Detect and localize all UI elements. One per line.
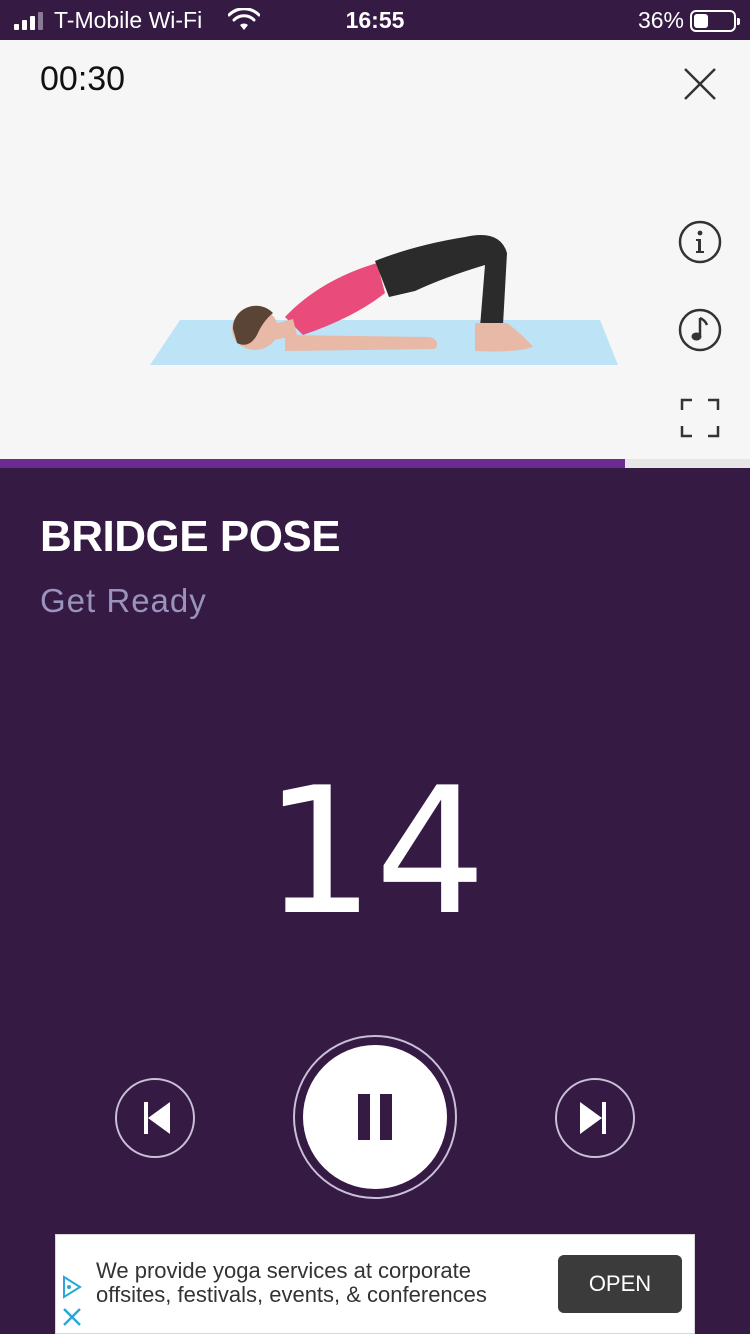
- wifi-icon: [228, 8, 260, 30]
- adchoices-icon[interactable]: [60, 1275, 84, 1299]
- ad-text: We provide yoga services at corporate of…: [96, 1258, 487, 1307]
- battery-icon: [690, 10, 740, 32]
- info-icon: [678, 220, 722, 264]
- countdown-number: 14: [263, 751, 487, 954]
- music-button[interactable]: [678, 308, 722, 352]
- close-icon: [684, 68, 716, 100]
- exercise-progress-bar: [0, 459, 750, 468]
- pause-button[interactable]: [293, 1035, 457, 1199]
- music-note-icon: [678, 308, 722, 352]
- exercise-media-panel: 00:30: [0, 40, 750, 459]
- pause-icon: [358, 1094, 392, 1140]
- fullscreen-button[interactable]: [678, 396, 722, 440]
- fullscreen-icon: [680, 398, 720, 438]
- previous-button[interactable]: [115, 1078, 195, 1158]
- elapsed-timer: 00:30: [40, 60, 126, 98]
- skip-next-icon: [580, 1102, 606, 1134]
- skip-previous-icon: [144, 1102, 170, 1134]
- progress-fill: [0, 459, 625, 468]
- battery-level: [694, 14, 708, 28]
- ad-banner[interactable]: We provide yoga services at corporate of…: [55, 1234, 695, 1334]
- battery-percent: 36%: [637, 7, 684, 33]
- carrier-name: T-Mobile Wi-Fi: [54, 7, 203, 33]
- exercise-title: BRIDGE POSE: [40, 512, 341, 561]
- close-button[interactable]: [680, 64, 720, 104]
- bridge-pose-illustration: [150, 235, 618, 365]
- exercise-status: Get Ready: [40, 582, 207, 619]
- ad-close-icon[interactable]: [60, 1305, 84, 1329]
- status-bar: T-Mobile Wi-Fi 16:55 36%: [0, 0, 750, 40]
- ad-open-button[interactable]: OPEN: [558, 1255, 682, 1313]
- info-button[interactable]: [678, 220, 722, 264]
- cellular-signal-icon: [14, 12, 43, 30]
- next-button[interactable]: [555, 1078, 635, 1158]
